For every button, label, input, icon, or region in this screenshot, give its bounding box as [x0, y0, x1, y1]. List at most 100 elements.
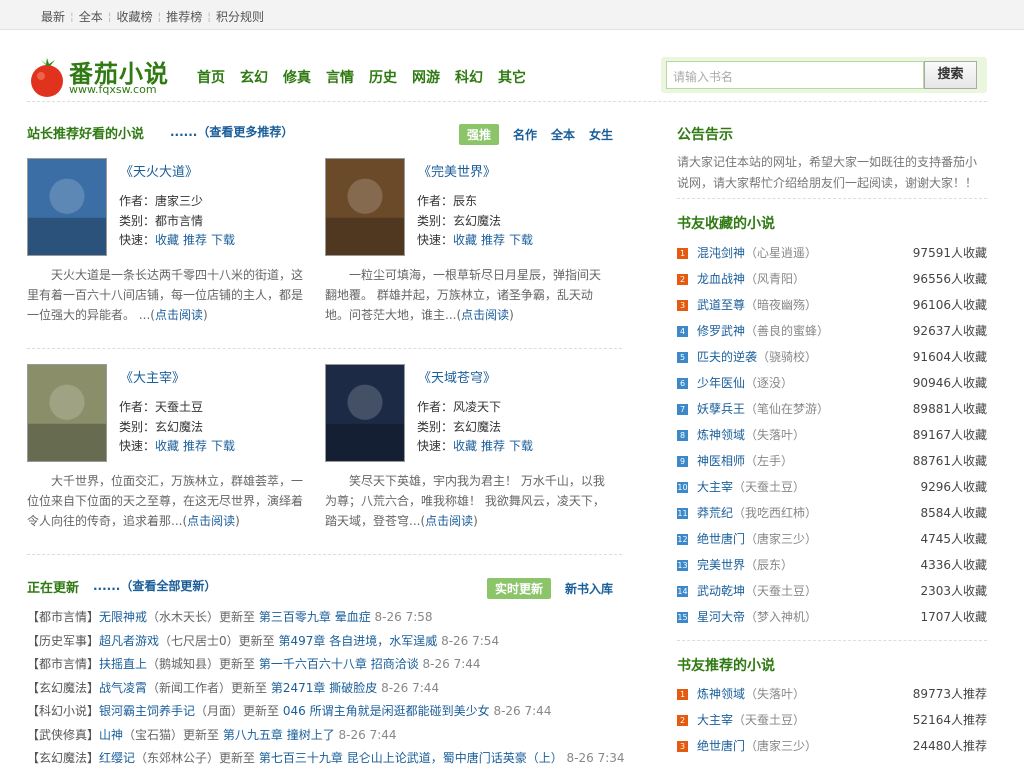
book-cover[interactable] — [27, 364, 107, 462]
book-cover[interactable] — [325, 364, 405, 462]
recommend-tab[interactable]: 强推 — [459, 124, 500, 145]
top-link[interactable]: 推荐榜 — [166, 8, 202, 25]
rank-book-name[interactable]: 神医相师 — [697, 454, 745, 468]
top-link[interactable]: 积分规则 — [216, 8, 264, 25]
update-category[interactable]: 【科幻小说】 — [27, 704, 99, 718]
rank-book-name[interactable]: 大主宰 — [697, 713, 733, 727]
update-book-name[interactable]: 无限神戒 — [99, 610, 147, 624]
rank-book-link[interactable]: 少年医仙（逐没） — [697, 374, 793, 391]
favorite-link[interactable]: 收藏 — [453, 233, 477, 247]
rank-book-link[interactable]: 武动乾坤（天蚕土豆） — [697, 582, 817, 599]
favorite-link[interactable]: 收藏 — [155, 233, 179, 247]
nav-item[interactable]: 网游 — [412, 67, 440, 87]
rank-book-name[interactable]: 匹夫的逆袭 — [697, 350, 757, 364]
update-book-name[interactable]: 银河霸主饲养手记 — [99, 704, 195, 718]
update-book-name[interactable]: 战气凌霄 — [99, 681, 147, 695]
top-link[interactable]: 全本 — [79, 8, 103, 25]
updates-more-link[interactable]: ......（查看全部更新） — [93, 577, 216, 594]
nav-item[interactable]: 言情 — [326, 67, 354, 87]
top-link[interactable]: 收藏榜 — [116, 8, 152, 25]
book-title[interactable]: 《天火大道》 — [120, 161, 198, 180]
search-button[interactable]: 搜索 — [924, 61, 977, 89]
rank-book-name[interactable]: 修罗武神 — [697, 324, 745, 338]
read-link[interactable]: 点击阅读 — [187, 514, 235, 528]
update-category[interactable]: 【玄幻魔法】 — [27, 681, 99, 695]
rank-book-name[interactable]: 武道至尊 — [697, 298, 745, 312]
rank-book-link[interactable]: 神医相师（左手） — [697, 452, 793, 469]
nav-item[interactable]: 科幻 — [455, 67, 483, 87]
rank-book-name[interactable]: 混沌剑神 — [697, 246, 745, 260]
recommend-more-link[interactable]: ......（查看更多推荐） — [170, 123, 293, 140]
rank-book-name[interactable]: 绝世唐门 — [697, 532, 745, 546]
update-book-name[interactable]: 超凡者游戏 — [99, 634, 159, 648]
recommend-link[interactable]: 推荐 — [481, 233, 505, 247]
download-link[interactable]: 下载 — [509, 439, 533, 453]
update-chapter[interactable]: 第三百零九章 晕血症 — [259, 610, 371, 624]
rank-book-link[interactable]: 炼神领域（失落叶） — [697, 685, 805, 702]
recommend-link[interactable]: 推荐 — [183, 233, 207, 247]
rank-book-link[interactable]: 武道至尊（暗夜幽殇） — [697, 296, 817, 313]
rank-book-name[interactable]: 莽荒纪 — [697, 506, 733, 520]
top-link[interactable]: 最新 — [41, 8, 65, 25]
site-logo[interactable]: 番茄小说 www.fqxsw.com — [27, 52, 177, 100]
rank-book-link[interactable]: 星河大帝（梦入神机） — [697, 608, 817, 625]
update-book-name[interactable]: 红缨记 — [99, 751, 135, 765]
rank-book-link[interactable]: 完美世界（辰东） — [697, 556, 793, 573]
update-chapter[interactable]: 第八九五章 撞树上了 — [223, 728, 335, 742]
rank-book-name[interactable]: 炼神领域 — [697, 687, 745, 701]
rank-book-link[interactable]: 绝世唐门（唐家三少） — [697, 737, 817, 754]
rank-book-link[interactable]: 炼神领域（失落叶） — [697, 426, 805, 443]
update-category[interactable]: 【玄幻魔法】 — [27, 751, 99, 765]
nav-item[interactable]: 玄幻 — [240, 67, 268, 87]
update-category[interactable]: 【武侠修真】 — [27, 728, 99, 742]
rank-book-name[interactable]: 妖孽兵王 — [697, 402, 745, 416]
book-title[interactable]: 《天域苍穹》 — [418, 367, 496, 386]
read-link[interactable]: 点击阅读 — [425, 514, 473, 528]
update-book-name[interactable]: 扶摇直上 — [99, 657, 147, 671]
rank-book-name[interactable]: 星河大帝 — [697, 610, 745, 624]
favorite-link[interactable]: 收藏 — [453, 439, 477, 453]
book-title[interactable]: 《完美世界》 — [418, 161, 496, 180]
update-chapter[interactable]: 第2471章 撕破脸皮 — [271, 681, 377, 695]
updates-tab[interactable]: 新书入库 — [565, 580, 613, 597]
rank-book-link[interactable]: 龙血战神（风青阳） — [697, 270, 805, 287]
update-chapter[interactable]: 046 所谓主角就是闲逛都能碰到美少女 — [283, 704, 490, 718]
update-book-name[interactable]: 山神 — [99, 728, 123, 742]
updates-tab[interactable]: 实时更新 — [487, 578, 552, 599]
rank-book-link[interactable]: 莽荒纪（我吃西红柿） — [697, 504, 817, 521]
book-cover[interactable] — [325, 158, 405, 256]
recommend-link[interactable]: 推荐 — [183, 439, 207, 453]
recommend-tab[interactable]: 女生 — [589, 126, 613, 143]
download-link[interactable]: 下载 — [509, 233, 533, 247]
rank-book-link[interactable]: 妖孽兵王（笔仙在梦游） — [697, 400, 829, 417]
rank-book-link[interactable]: 混沌剑神（心星逍遥） — [697, 244, 817, 261]
rank-book-link[interactable]: 大主宰（天蚕土豆） — [697, 478, 805, 495]
read-link[interactable]: 点击阅读 — [155, 308, 203, 322]
rank-book-link[interactable]: 匹夫的逆袭（骁骑校） — [697, 348, 817, 365]
rank-book-name[interactable]: 炼神领域 — [697, 428, 745, 442]
rank-book-name[interactable]: 龙血战神 — [697, 272, 745, 286]
recommend-tab[interactable]: 名作 — [513, 126, 537, 143]
rank-book-name[interactable]: 完美世界 — [697, 558, 745, 572]
rank-book-name[interactable]: 大主宰 — [697, 480, 733, 494]
recommend-tab[interactable]: 全本 — [551, 126, 575, 143]
nav-item[interactable]: 首页 — [197, 67, 225, 87]
nav-item[interactable]: 修真 — [283, 67, 311, 87]
rank-book-link[interactable]: 修罗武神（善良的蜜蜂） — [697, 322, 829, 339]
read-link[interactable]: 点击阅读 — [461, 308, 509, 322]
update-chapter[interactable]: 第497章 各自进境，水军逞威 — [279, 634, 438, 648]
download-link[interactable]: 下载 — [211, 233, 235, 247]
rank-book-name[interactable]: 武动乾坤 — [697, 584, 745, 598]
download-link[interactable]: 下载 — [211, 439, 235, 453]
rank-book-name[interactable]: 少年医仙 — [697, 376, 745, 390]
update-chapter[interactable]: 第七百三十九章 昆仑山上论武道，蜀中唐门话英豪（上） — [259, 751, 563, 765]
nav-item[interactable]: 历史 — [369, 67, 397, 87]
recommend-link[interactable]: 推荐 — [481, 439, 505, 453]
update-category[interactable]: 【都市言情】 — [27, 610, 99, 624]
search-input[interactable]: 请输入书名 — [666, 61, 924, 89]
update-chapter[interactable]: 第一千六百六十八章 招商洽谈 — [259, 657, 419, 671]
update-category[interactable]: 【都市言情】 — [27, 657, 99, 671]
rank-book-link[interactable]: 大主宰（天蚕土豆） — [697, 711, 805, 728]
update-category[interactable]: 【历史军事】 — [27, 634, 99, 648]
rank-book-link[interactable]: 绝世唐门（唐家三少） — [697, 530, 817, 547]
